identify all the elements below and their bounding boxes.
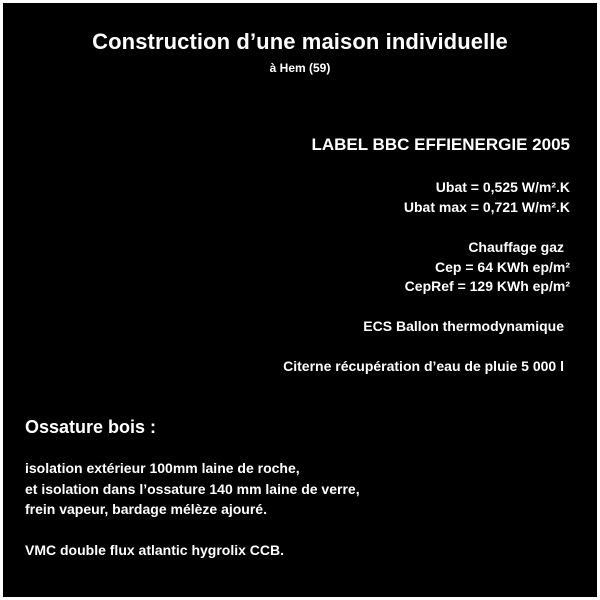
chauffage-text: Chauffage gaz [468,239,564,255]
ecs-text: ECS Ballon thermodynamique [363,318,564,334]
isolation-line: isolation extérieur 100mm laine de roche… [25,460,300,476]
ossature-heading: Ossature bois : [25,417,157,437]
cep-value: Cep = 64 KWh ep/m² [435,259,570,275]
location-subtitle: à Hem (59) [269,61,331,75]
ubat-value: Ubat = 0,525 W/m².K [435,179,570,195]
cepref-value: CepRef = 129 KWh ep/m² [404,278,570,294]
page-title: Construction d’une maison individuelle [92,29,508,54]
citerne-text: Citerne récupération d’eau de pluie 5 00… [283,358,564,374]
isolation-line: et isolation dans l’ossature 140 mm lain… [25,481,360,497]
isolation-line: frein vapeur, bardage mélèze ajouré. [25,501,267,517]
label-heading: LABEL BBC EFFIENERGIE 2005 [311,135,570,154]
ubat-max-value: Ubat max = 0,721 W/m².K [403,199,570,215]
vmc-text: VMC double flux atlantic hygrolix CCB. [25,542,285,558]
